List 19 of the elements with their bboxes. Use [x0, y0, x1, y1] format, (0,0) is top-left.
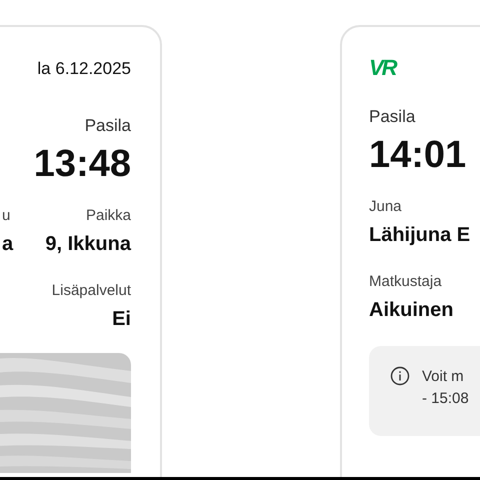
field-label: Juna [369, 197, 402, 217]
departure-time: 14:01 [369, 133, 466, 177]
field-value: Ei [112, 307, 131, 331]
field-label: u [2, 206, 10, 226]
field-label: Lisäpalvelut [52, 281, 131, 301]
field-value: Lähijuna E [369, 223, 470, 247]
field-value: Aikuinen [369, 298, 454, 322]
departure-time: 13:48 [34, 142, 131, 186]
field-value: a [2, 232, 14, 256]
station-name: Pasila [369, 106, 416, 128]
field-label: Paikka [86, 206, 131, 226]
travel-date: la 6.12.2025 [37, 58, 131, 80]
brand-logo: VR [369, 56, 396, 80]
info-icon [390, 366, 410, 386]
field-value: 9, Ikkuna [45, 232, 131, 256]
notice-text: - 15:08 [422, 389, 469, 409]
station-name: Pasila [84, 115, 131, 137]
field-label: Matkustaja [369, 272, 442, 292]
notice-text: Voit m [422, 367, 465, 387]
